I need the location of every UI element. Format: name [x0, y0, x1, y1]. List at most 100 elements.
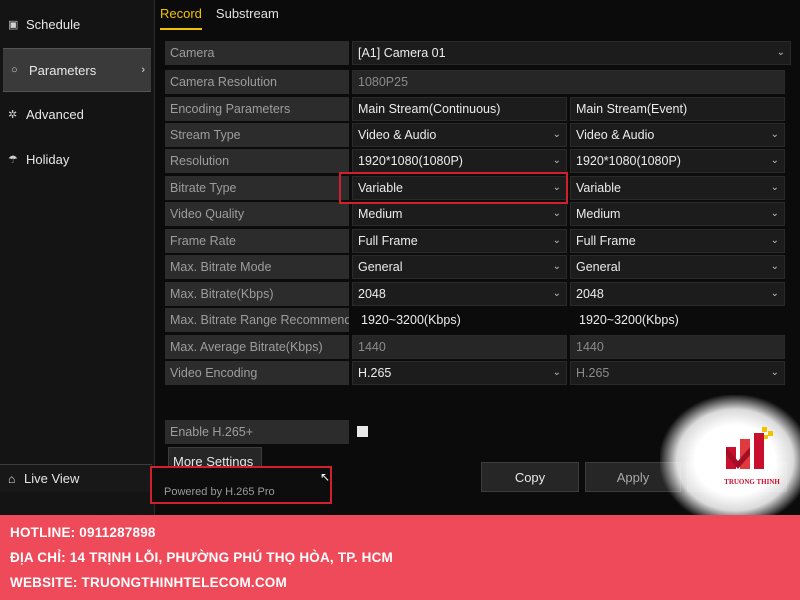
chevron-down-icon: ⌄	[770, 155, 779, 166]
frame-rate-event-select[interactable]: Full Frame ⌄	[570, 229, 785, 253]
max-bitrate-range-label: Max. Bitrate Range Recommend...	[165, 308, 349, 332]
mouse-cursor-icon: ↖	[320, 470, 331, 484]
footer-hotline: HOTLINE: 0911287898	[10, 525, 156, 540]
chevron-down-icon: ⌄	[552, 288, 561, 299]
resolution-label: Resolution	[165, 149, 349, 173]
chevron-down-icon: ⌄	[552, 367, 561, 378]
resolution-event-select[interactable]: 1920*1080(1080P) ⌄	[570, 149, 785, 173]
bitrate-type-continuous-select[interactable]: Variable ⌄	[352, 176, 567, 200]
stream-type-continuous-select[interactable]: Video & Audio ⌄	[352, 123, 567, 147]
enable-h265-plus-checkbox[interactable]	[357, 426, 368, 437]
select-value: Video & Audio	[576, 128, 655, 142]
select-value: 2048	[576, 287, 604, 301]
max-bitrate-label: Max. Bitrate(Kbps)	[165, 282, 349, 306]
camera-resolution-label: Camera Resolution	[165, 70, 349, 94]
max-bitrate-range-continuous: 1920~3200(Kbps)	[352, 308, 567, 332]
tab-record[interactable]: Record	[160, 6, 202, 30]
contact-footer: HOTLINE: 0911287898 ĐỊA CHỈ: 14 TRỊNH LỖ…	[0, 515, 800, 600]
chevron-down-icon: ⌄	[552, 155, 561, 166]
chevron-down-icon: ⌄	[770, 208, 779, 219]
sidebar: ▣ Schedule ○ Parameters › ✲ Advanced ☂ H…	[0, 0, 155, 515]
video-quality-continuous-select[interactable]: Medium ⌄	[352, 202, 567, 226]
max-average-bitrate-label: Max. Average Bitrate(Kbps)	[165, 335, 349, 359]
row-video-encoding: Video Encoding H.265 ⌄ H.265 ⌄	[165, 361, 791, 385]
sidebar-item-parameters[interactable]: ○ Parameters ›	[3, 48, 151, 92]
copy-button[interactable]: Copy	[481, 462, 579, 492]
select-value: Video & Audio	[358, 128, 437, 142]
holiday-icon: ☂	[8, 153, 18, 166]
row-video-quality: Video Quality Medium ⌄ Medium ⌄	[165, 202, 791, 226]
row-camera-resolution: Camera Resolution 1080P25	[165, 70, 791, 94]
row-resolution: Resolution 1920*1080(1080P) ⌄ 1920*1080(1…	[165, 149, 791, 173]
max-bitrate-range-event: 1920~3200(Kbps)	[570, 308, 785, 332]
chevron-down-icon: ⌄	[770, 235, 779, 246]
chevron-down-icon: ⌄	[770, 129, 779, 140]
camera-resolution-value: 1080P25	[352, 70, 785, 94]
row-max-average-bitrate: Max. Average Bitrate(Kbps) 1440 1440	[165, 335, 791, 359]
select-value: General	[358, 260, 403, 274]
row-bitrate-type: Bitrate Type Variable ⌄ Variable ⌄	[165, 176, 791, 200]
stream-type-label: Stream Type	[165, 123, 349, 147]
footer-address: ĐỊA CHỈ: 14 TRỊNH LỖI, PHƯỜNG PHÚ THỌ HÒ…	[10, 550, 393, 565]
powered-by-label: Powered by H.265 Pro	[150, 466, 332, 504]
select-value: Full Frame	[358, 234, 418, 248]
camera-select[interactable]: [A1] Camera 01 ⌄	[352, 41, 791, 65]
live-view-button[interactable]: ⌂ Live View	[0, 464, 152, 492]
select-value: Medium	[576, 207, 621, 221]
company-logo	[726, 427, 773, 469]
select-value: Variable	[358, 181, 403, 195]
row-frame-rate: Frame Rate Full Frame ⌄ Full Frame ⌄	[165, 229, 791, 253]
chevron-down-icon: ⌄	[776, 47, 785, 58]
select-value: Variable	[576, 181, 621, 195]
select-value: 1920*1080(1080P)	[358, 154, 463, 168]
select-value: 2048	[358, 287, 386, 301]
encoding-event-header: Main Stream(Event)	[570, 97, 785, 121]
sidebar-item-label: Holiday	[26, 151, 70, 167]
select-value: H.265	[358, 366, 392, 380]
sidebar-item-label: Advanced	[26, 106, 84, 122]
row-max-bitrate-range: Max. Bitrate Range Recommend... 1920~320…	[165, 308, 791, 332]
resolution-continuous-select[interactable]: 1920*1080(1080P) ⌄	[352, 149, 567, 173]
row-stream-type: Stream Type Video & Audio ⌄ Video & Audio…	[165, 123, 791, 147]
max-bitrate-mode-label: Max. Bitrate Mode	[165, 255, 349, 279]
home-icon: ⌂	[8, 471, 16, 486]
chevron-down-icon: ⌄	[552, 182, 561, 193]
video-encoding-continuous-select[interactable]: H.265 ⌄	[352, 361, 567, 385]
frame-rate-continuous-select[interactable]: Full Frame ⌄	[352, 229, 567, 253]
enable-h265-plus-label: Enable H.265+	[165, 420, 349, 444]
chevron-down-icon: ⌄	[552, 261, 561, 272]
max-bitrate-event-select[interactable]: 2048 ⌄	[570, 282, 785, 306]
sidebar-item-holiday[interactable]: ☂ Holiday	[0, 137, 155, 181]
chevron-down-icon: ⌄	[552, 129, 561, 140]
camera-label: Camera	[165, 41, 349, 65]
sidebar-item-advanced[interactable]: ✲ Advanced	[0, 92, 155, 136]
chevron-down-icon: ⌄	[552, 208, 561, 219]
tab-substream[interactable]: Substream	[216, 6, 279, 30]
video-encoding-label: Video Encoding	[165, 361, 349, 385]
max-bitrate-continuous-select[interactable]: 2048 ⌄	[352, 282, 567, 306]
gear-icon: ○	[11, 64, 18, 76]
video-quality-label: Video Quality	[165, 202, 349, 226]
sidebar-item-schedule[interactable]: ▣ Schedule	[0, 2, 155, 46]
chevron-down-icon: ⌄	[770, 288, 779, 299]
select-value: H.265	[576, 366, 610, 380]
max-bitrate-mode-continuous-select[interactable]: General ⌄	[352, 255, 567, 279]
max-bitrate-mode-event-select[interactable]: General ⌄	[570, 255, 785, 279]
sidebar-item-label: Schedule	[26, 16, 81, 32]
row-camera: Camera [A1] Camera 01 ⌄	[165, 41, 791, 65]
bitrate-type-event-select[interactable]: Variable ⌄	[570, 176, 785, 200]
encoding-continuous-header: Main Stream(Continuous)	[352, 97, 567, 121]
row-max-bitrate-mode: Max. Bitrate Mode General ⌄ General ⌄	[165, 255, 791, 279]
select-value: Medium	[358, 207, 403, 221]
stream-type-event-select[interactable]: Video & Audio ⌄	[570, 123, 785, 147]
video-encoding-event-select[interactable]: H.265 ⌄	[570, 361, 785, 385]
video-quality-event-select[interactable]: Medium ⌄	[570, 202, 785, 226]
logo-text: TRUONG THINH	[724, 478, 780, 486]
live-view-label: Live View	[24, 471, 80, 486]
max-average-bitrate-event: 1440	[570, 335, 785, 359]
chevron-down-icon: ⌄	[552, 235, 561, 246]
bitrate-type-label: Bitrate Type	[165, 176, 349, 200]
footer-website: WEBSITE: TRUONGTHINHTELECOM.COM	[10, 575, 287, 590]
chevron-down-icon: ⌄	[770, 182, 779, 193]
row-encoding-parameters: Encoding Parameters Main Stream(Continuo…	[165, 97, 791, 121]
